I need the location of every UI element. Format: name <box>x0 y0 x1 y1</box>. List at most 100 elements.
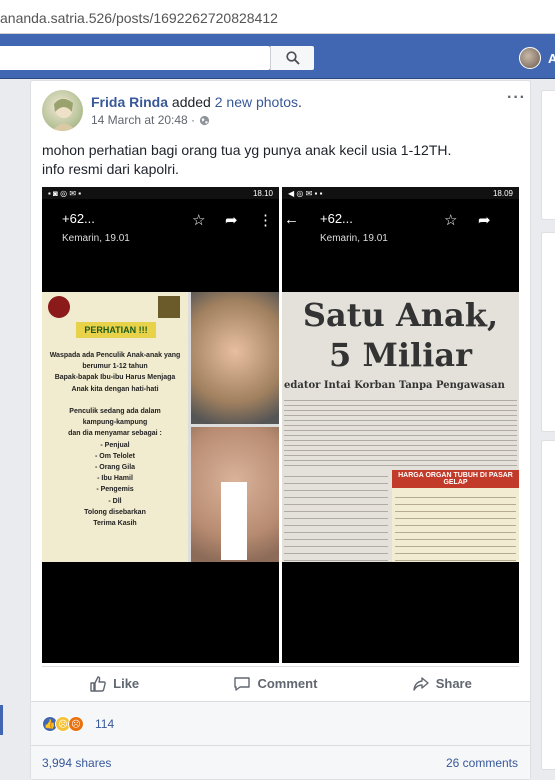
avatar-image <box>52 98 76 131</box>
post-meta: 14 March at 20:48 · <box>91 113 210 127</box>
back-arrow-icon: ← <box>284 211 299 228</box>
like-label: Like <box>113 676 140 691</box>
globe-icon <box>199 115 210 125</box>
poster-line: - Pengemis <box>96 486 134 494</box>
photo-left[interactable]: ▪ ◙ ◎ ✉ ▪ 18.10 +62... Kemarin, 19.01 ☆ … <box>42 187 279 663</box>
shares-count[interactable]: 3,994 shares <box>42 756 111 770</box>
poster-line: Bapak-bapak Ibu-ibu Harus Menjaga <box>54 374 176 382</box>
article-body <box>284 396 517 466</box>
phone-status-bar: ▪ ◙ ◎ ✉ ▪ 18.10 <box>42 187 279 199</box>
url-text[interactable]: ananda.satria.526/posts/1692262720828412 <box>0 10 278 26</box>
action-text: added <box>168 94 215 110</box>
author-avatar[interactable] <box>42 90 83 131</box>
comment-label: Comment <box>257 676 318 691</box>
facebook-top-bar: A <box>0 34 555 79</box>
poster-line: - Dll <box>108 497 122 505</box>
post-text-line: mohon perhatian bagi orang tua yg punya … <box>42 142 452 158</box>
poster-line: - Penjual <box>100 441 130 449</box>
profile-avatar[interactable] <box>519 47 541 69</box>
post-text-line: info resmi dari kapolri. <box>42 161 179 177</box>
status-icons: ▪ ◙ ◎ ✉ ▪ <box>48 188 82 198</box>
share-label: Share <box>435 676 472 691</box>
censor-block <box>221 482 247 560</box>
collage-image: PERHATIAN !!! Waspada ada Penculik Anak-… <box>42 292 279 562</box>
post-timestamp[interactable]: 14 March at 20:48 · <box>91 113 195 127</box>
subheadline: edator Intai Korban Tanpa Pengawasan <box>284 380 505 391</box>
headline-line-2: 5 Miliar <box>329 336 472 374</box>
price-box-title: HARGA ORGAN TUBUH DI PASAR GELAP <box>392 470 519 488</box>
poster-line: kampung-kampung <box>82 419 148 427</box>
share-arrow-icon: ➦ <box>225 212 238 229</box>
comments-count[interactable]: 26 comments <box>446 756 518 770</box>
poster-line: - Om Telolet <box>95 452 135 460</box>
warning-poster: PERHATIAN !!! Waspada ada Penculik Anak-… <box>42 292 188 562</box>
poster-line: - Ibu Hamil <box>97 475 133 483</box>
angry-reaction-icon: ☹ <box>68 716 84 732</box>
child-photo-bottom <box>191 427 279 562</box>
poster-line: Penculik sedang ada dalam <box>69 408 161 416</box>
police-logo-icon <box>48 296 70 318</box>
phone-status-bar: ◀ ◎ ✉ ▪ ▪ 18.09 <box>282 187 519 199</box>
poster-line: Waspada ada Penculik Anak-anak yang <box>49 352 181 359</box>
post-header: Frida Rinda added 2 new photos. <box>91 94 302 110</box>
reaction-icons: 👍 ☹ ☹ <box>42 716 84 732</box>
poster-line: Terima Kasih <box>93 520 137 528</box>
contact-name: +62... <box>62 211 95 226</box>
child-photo-top <box>191 292 279 424</box>
share-button[interactable]: Share <box>412 675 472 693</box>
active-indicator <box>0 705 3 735</box>
share-icon <box>413 676 429 691</box>
like-button[interactable]: Like <box>89 675 139 693</box>
poster-title: PERHATIAN !!! <box>76 322 156 338</box>
sidebar-card <box>541 440 555 770</box>
message-date: Kemarin, 19.01 <box>320 233 388 244</box>
star-icon: ☆ <box>192 212 206 229</box>
search-input[interactable] <box>0 46 270 70</box>
price-column <box>284 470 388 562</box>
comment-icon <box>234 676 251 691</box>
more-vertical-icon: ⋮ <box>258 212 273 229</box>
status-icons: ◀ ◎ ✉ ▪ ▪ <box>288 188 323 198</box>
photo-grid: ▪ ◙ ◎ ✉ ▪ 18.10 +62... Kemarin, 19.01 ☆ … <box>42 187 519 663</box>
post-stats: 3,994 shares 26 comments <box>31 745 530 779</box>
phone-header: ← +62... Kemarin, 19.01 ☆ ➦ <box>282 199 519 289</box>
photo-right[interactable]: ◀ ◎ ✉ ▪ ▪ 18.09 ← +62... Kemarin, 19.01 … <box>282 187 519 663</box>
poster-line: Tolong disebarkan <box>84 508 146 516</box>
poster-line: Anak kita dengan hati-hati <box>71 385 159 393</box>
sidebar-card <box>541 90 555 220</box>
share-arrow-icon: ➦ <box>478 212 491 229</box>
headline-line-1: Satu Anak, <box>302 296 499 334</box>
action-end: . <box>298 94 302 110</box>
post-text: mohon perhatian bagi orang tua yg punya … <box>42 141 451 179</box>
left-gutter <box>0 80 24 773</box>
contact-name: +62... <box>320 211 353 226</box>
post-actions: Like Comment Share <box>42 666 519 700</box>
poster-line: - Orang Gila <box>94 464 136 472</box>
thumbs-up-icon <box>90 675 106 692</box>
photos-link[interactable]: 2 new photos <box>215 94 298 110</box>
star-icon: ☆ <box>444 212 458 229</box>
status-time: 18.09 <box>492 188 513 198</box>
sidebar-card <box>541 232 555 432</box>
search-button[interactable] <box>270 46 314 70</box>
profile-name[interactable]: A <box>548 51 555 66</box>
badge-logo-icon <box>158 296 180 318</box>
price-list <box>395 491 516 561</box>
post-card: Frida Rinda added 2 new photos. 14 March… <box>30 80 531 780</box>
author-name[interactable]: Frida Rinda <box>91 94 168 110</box>
reaction-count[interactable]: 114 <box>95 717 114 731</box>
price-box: HARGA ORGAN TUBUH DI PASAR GELAP <box>392 470 519 562</box>
newspaper-clipping: Satu Anak, 5 Miliar edator Intai Korban … <box>282 292 519 562</box>
comment-button[interactable]: Comment <box>233 675 317 693</box>
post-options-button[interactable]: ··· <box>507 89 526 107</box>
reactions-bar[interactable]: 👍 ☹ ☹ 114 <box>31 701 530 745</box>
poster-line: berumur 1-12 tahun <box>82 363 148 371</box>
status-time: 18.10 <box>252 188 273 198</box>
browser-url-bar[interactable]: ananda.satria.526/posts/1692262720828412 <box>0 0 555 34</box>
poster-text: Waspada ada Penculik Anak-anak yang berum… <box>44 350 186 529</box>
search-icon <box>285 51 300 65</box>
poster-line: dan dia menyamar sebagai : <box>68 430 162 438</box>
phone-header: +62... Kemarin, 19.01 ☆ ➦ ⋮ <box>42 199 279 289</box>
poster-line <box>44 395 186 406</box>
message-date: Kemarin, 19.01 <box>62 233 130 244</box>
